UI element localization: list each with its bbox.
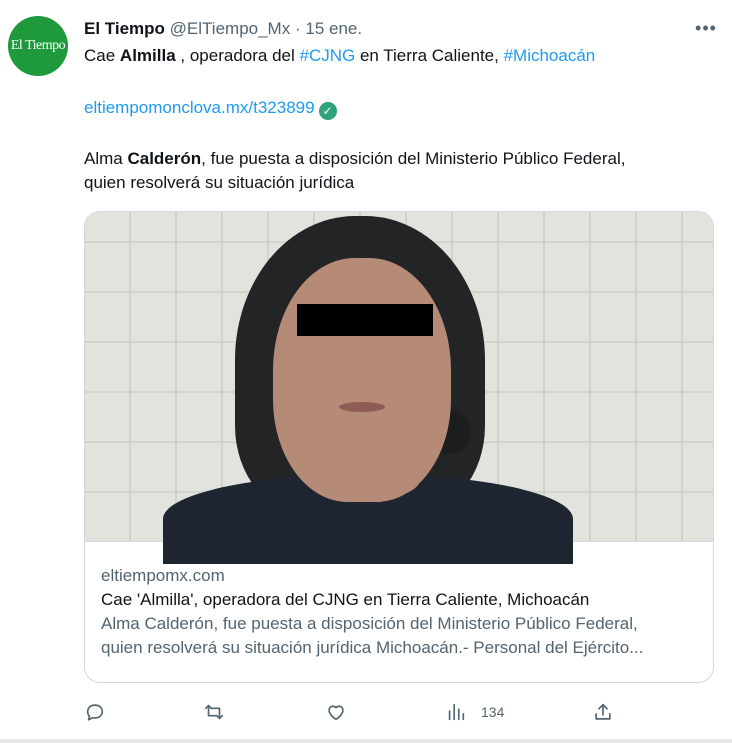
avatar-logo-text: El Tiempo xyxy=(10,38,66,53)
views-count: 134 xyxy=(481,704,505,720)
card-desc-line2: quien resolverá su situación jurídica Mi… xyxy=(101,638,644,657)
divider xyxy=(0,739,732,743)
tweet-date[interactable]: 15 ene. xyxy=(305,19,362,38)
photo-lips xyxy=(339,402,385,412)
text-segment: en Tierra Caliente, xyxy=(355,46,504,65)
views-button[interactable]: 134 xyxy=(445,698,504,726)
retweet-icon[interactable] xyxy=(203,698,225,726)
text-bold: Calderón xyxy=(127,149,202,168)
handle[interactable]: @ElTiempo_Mx xyxy=(170,19,291,38)
card-text: eltiempomx.com Cae 'Almilla', operadora … xyxy=(101,564,701,660)
card-domain: eltiempomx.com xyxy=(101,566,225,585)
card-description: Alma Calderón, fue puesta a disposición … xyxy=(101,612,701,660)
like-icon[interactable] xyxy=(325,698,347,726)
text-segment: Cae xyxy=(84,46,120,65)
text-bold: Almilla xyxy=(119,46,176,65)
censor-bar xyxy=(297,304,433,336)
hashtag-cjng[interactable]: #CJNG xyxy=(299,46,355,65)
views-icon xyxy=(448,703,465,721)
link-card[interactable]: eltiempomx.com Cae 'Almilla', operadora … xyxy=(84,211,714,683)
card-image[interactable] xyxy=(85,212,713,564)
tweet-text-line2: Alma Calderón, fue puesta a disposición … xyxy=(84,147,625,171)
tweet-link-line: eltiempomonclova.mx/t323899 ✓ xyxy=(84,96,337,120)
tweet-text-line1: Cae Almilla , operadora del #CJNG en Tie… xyxy=(84,44,595,68)
text-segment: , operadora del xyxy=(175,46,300,65)
action-bar: 134 xyxy=(0,698,732,726)
card-title: Cae 'Almilla', operadora del CJNG en Tie… xyxy=(101,590,590,609)
photo-face xyxy=(273,258,451,502)
avatar[interactable]: El Tiempo xyxy=(8,16,68,76)
share-icon[interactable] xyxy=(592,698,614,726)
verified-icon: ✓ xyxy=(318,102,337,120)
text-segment: Alma xyxy=(84,149,128,168)
reply-icon[interactable] xyxy=(84,698,106,726)
display-name[interactable]: El Tiempo xyxy=(84,19,165,38)
card-desc-line1: Alma Calderón, fue puesta a disposición … xyxy=(101,614,638,633)
tweet-text-line3: quien resolverá su situación jurídica xyxy=(84,173,355,192)
separator: · xyxy=(294,19,301,38)
text-segment: , fue puesta a disposición del Ministeri… xyxy=(201,149,626,168)
tweet-header: El Tiempo @ElTiempo_Mx · 15 ene. xyxy=(84,18,362,40)
tweet-link[interactable]: eltiempomonclova.mx/t323899 xyxy=(84,98,315,117)
more-icon[interactable]: ••• xyxy=(692,14,720,42)
hashtag-michoacan[interactable]: #Michoacán xyxy=(504,46,596,65)
tweet[interactable]: El Tiempo El Tiempo @ElTiempo_Mx · 15 en… xyxy=(0,0,732,743)
